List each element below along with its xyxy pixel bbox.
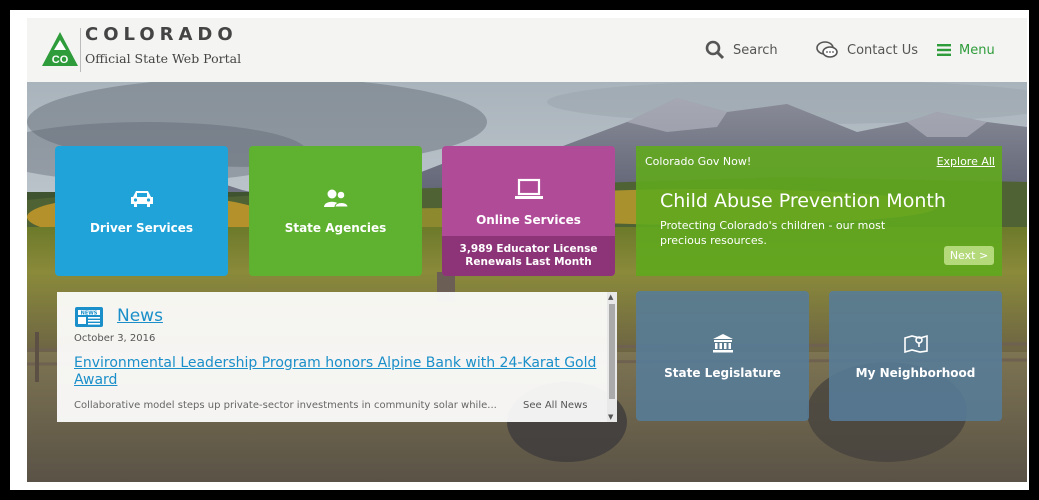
state-agencies-tile[interactable]: State Agencies bbox=[249, 146, 422, 276]
gov-now-label: Colorado Gov Now! bbox=[645, 155, 752, 168]
search-label: Search bbox=[733, 42, 778, 58]
logo-badge-text: CO bbox=[52, 54, 69, 66]
car-icon bbox=[55, 188, 228, 208]
news-scrollbar[interactable]: ▲ ▼ bbox=[607, 292, 617, 422]
state-legislature-tile[interactable]: State Legislature bbox=[636, 291, 809, 421]
gov-desc-line-2: precious resources. bbox=[660, 234, 767, 247]
logo-tagline: Official State Web Portal bbox=[85, 51, 242, 66]
logo-wordmark: COLORADO bbox=[85, 24, 238, 45]
map-pin-icon bbox=[829, 333, 1002, 353]
driver-services-tile[interactable]: Driver Services bbox=[55, 146, 228, 276]
scrollbar-thumb[interactable] bbox=[609, 304, 615, 399]
state-legislature-label: State Legislature bbox=[664, 366, 781, 380]
hamburger-icon bbox=[937, 44, 951, 56]
news-summary: Collaborative model steps up private-sec… bbox=[74, 400, 497, 411]
news-date: October 3, 2016 bbox=[74, 333, 156, 344]
contact-us-label: Contact Us bbox=[847, 42, 918, 58]
browser-frame: CO COLORADO Official State Web Portal Se… bbox=[10, 10, 1029, 490]
scroll-up-icon[interactable]: ▲ bbox=[608, 293, 613, 301]
gov-now-panel: Colorado Gov Now! Explore All Child Abus… bbox=[636, 146, 1002, 276]
see-all-news-link[interactable]: See All News bbox=[523, 400, 587, 411]
stat-line-2: Renewals Last Month bbox=[465, 256, 592, 268]
gov-desc-line-1: Protecting Colorado's children - our mos… bbox=[660, 219, 886, 232]
news-headline-link[interactable]: Environmental Leadership Program honors … bbox=[74, 355, 604, 389]
scroll-down-icon[interactable]: ▼ bbox=[608, 413, 613, 421]
gov-now-description: Protecting Colorado's children - our mos… bbox=[660, 218, 910, 248]
explore-all-link[interactable]: Explore All bbox=[937, 155, 995, 168]
site-header: CO COLORADO Official State Web Portal Se… bbox=[27, 18, 1027, 82]
capitol-icon bbox=[636, 333, 809, 353]
page: CO COLORADO Official State Web Portal Se… bbox=[27, 18, 1027, 482]
newspaper-icon: NEWS bbox=[74, 306, 104, 328]
laptop-icon bbox=[442, 178, 615, 200]
online-services-label: Online Services bbox=[476, 213, 581, 227]
driver-services-label: Driver Services bbox=[89, 221, 194, 235]
my-neighborhood-label: My Neighborhood bbox=[855, 366, 976, 380]
state-agencies-label: State Agencies bbox=[284, 221, 387, 235]
landscape-image bbox=[27, 82, 1027, 482]
gov-now-title[interactable]: Child Abuse Prevention Month bbox=[660, 190, 946, 212]
logo-divider bbox=[80, 28, 81, 72]
news-panel: NEWS News October 3, 2016 Environmental … bbox=[57, 292, 617, 422]
menu-button[interactable]: Menu bbox=[937, 38, 995, 62]
online-services-tile[interactable]: Online Services 3,989 Educator License R… bbox=[442, 146, 615, 276]
menu-label: Menu bbox=[959, 42, 995, 58]
educator-renewals-stat: 3,989 Educator License Renewals Last Mon… bbox=[442, 236, 615, 276]
my-neighborhood-tile[interactable]: My Neighborhood bbox=[829, 291, 1002, 421]
chat-icon bbox=[815, 40, 839, 60]
svg-text:NEWS: NEWS bbox=[81, 311, 98, 317]
search-icon bbox=[705, 40, 725, 60]
stat-line-1: 3,989 Educator License bbox=[459, 243, 598, 255]
news-heading-link[interactable]: News bbox=[117, 306, 163, 326]
next-button[interactable]: Next > bbox=[944, 246, 994, 265]
search-button[interactable]: Search bbox=[705, 38, 778, 62]
contact-us-button[interactable]: Contact Us bbox=[815, 38, 918, 62]
colorado-logo-icon[interactable]: CO bbox=[40, 30, 80, 68]
people-icon bbox=[249, 188, 422, 208]
hero-landscape bbox=[27, 82, 1027, 482]
